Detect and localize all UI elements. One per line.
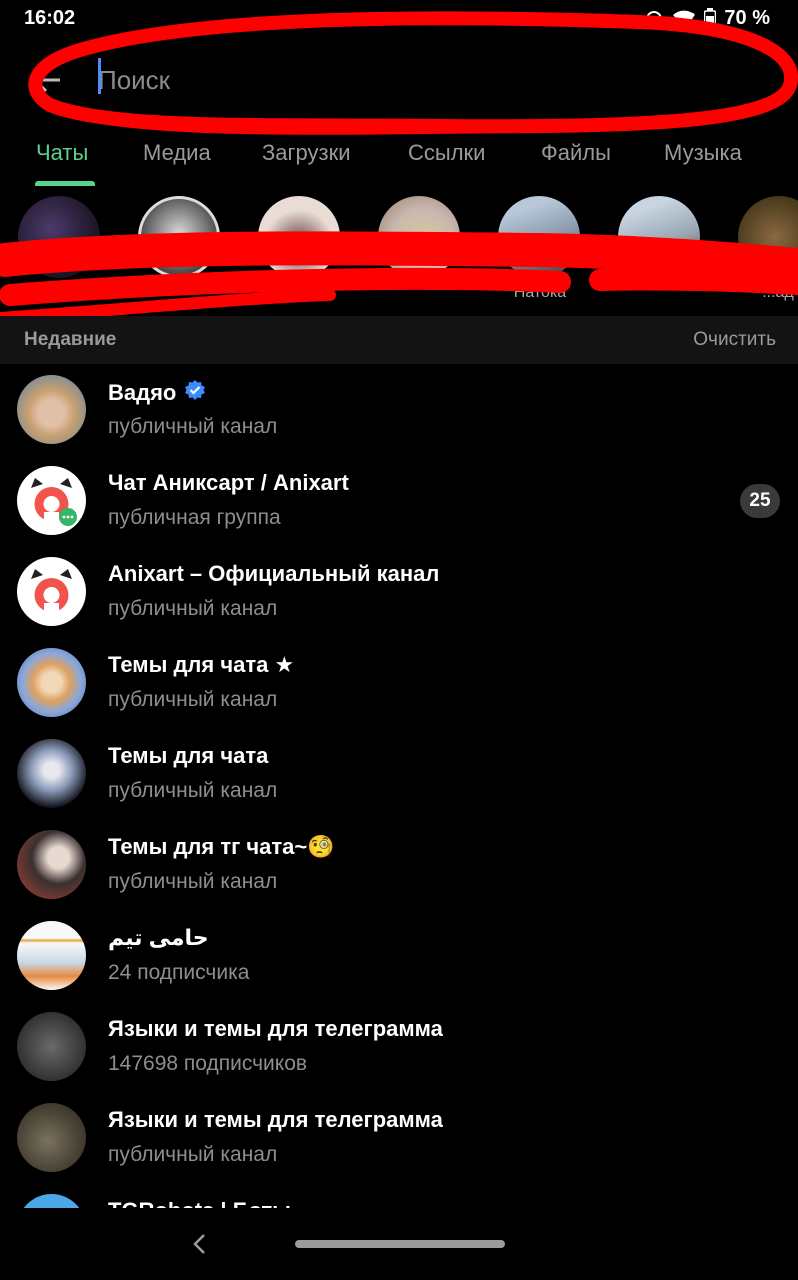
chat-title: Чат Аниксарт / Anixart — [108, 470, 349, 495]
avatar — [17, 921, 86, 990]
headphones-icon — [644, 9, 664, 29]
list-item[interactable]: Языки и темы для телеграмма публичный ка… — [0, 1092, 798, 1183]
list-item[interactable]: Anixart – Официальный канал публичный ка… — [0, 546, 798, 637]
peer-name: Натока — [513, 284, 567, 301]
peer-avatar[interactable] — [378, 196, 460, 278]
chat-title: TGRobots | Боты — [108, 1198, 291, 1208]
peer-name: ...ад — [762, 284, 794, 301]
status-bar: 16:02 70 % — [0, 0, 798, 38]
recent-chat-list: Вадяо публичный канал Чат Аниксарт / Ani… — [0, 364, 798, 1208]
chat-title: Темы для чата — [108, 743, 269, 768]
search-header — [0, 40, 798, 120]
chat-title: Anixart – Официальный канал — [108, 561, 440, 586]
avatar — [17, 466, 86, 535]
chat-subtitle: публичный канал — [108, 779, 278, 802]
back-arrow-icon[interactable] — [32, 66, 62, 94]
list-item[interactable]: TGRobots | Боты — [0, 1183, 798, 1208]
chat-subtitle: публичная группа — [108, 506, 281, 529]
peer-avatar[interactable] — [618, 196, 700, 278]
chat-subtitle: 24 подписчика — [108, 961, 250, 984]
peer-avatar[interactable] — [498, 196, 580, 278]
peer-name: ...ISTER — [247, 284, 309, 301]
chat-title: Языки и темы для телеграмма — [108, 1107, 443, 1132]
peer-avatar[interactable] — [258, 196, 340, 278]
chat-subtitle: публичный канал — [108, 870, 278, 893]
nav-back-icon[interactable] — [190, 1232, 210, 1256]
avatar — [17, 557, 86, 626]
peer-avatar[interactable] — [18, 196, 100, 278]
tab-links[interactable]: Ссылки — [408, 140, 485, 166]
clear-recent-button[interactable]: Очистить — [693, 329, 776, 351]
tab-bar: Чаты Медиа Загрузки Ссылки Файлы Музыка — [0, 130, 798, 186]
recent-section-header: Недавние Очистить — [0, 316, 798, 364]
list-item[interactable]: Вадяо публичный канал — [0, 364, 798, 455]
chat-title: حامی تیم — [108, 925, 209, 950]
system-nav-bar — [0, 1208, 798, 1280]
list-item[interactable]: Темы для тг чата~🧐 публичный канал — [0, 819, 798, 910]
avatar — [17, 1194, 86, 1208]
avatar — [17, 648, 86, 717]
chat-subtitle: публичный канал — [108, 415, 278, 438]
chat-title: Языки и темы для телеграмма — [108, 1016, 443, 1041]
list-item[interactable]: Темы для чата ★ публичный канал — [0, 637, 798, 728]
peer-avatar[interactable] — [738, 196, 798, 278]
chat-title: Вадяо — [108, 379, 206, 407]
tab-music[interactable]: Музыка — [664, 140, 742, 166]
chat-subtitle: 147698 подписчиков — [108, 1052, 308, 1075]
status-icons: 70 % — [644, 7, 770, 30]
chat-title: Темы для чата ★ — [108, 652, 295, 677]
list-item[interactable]: حامی تیم 24 подписчика — [0, 910, 798, 1001]
chat-title: Темы для тг чата~🧐 — [108, 834, 335, 859]
recent-title: Недавние — [24, 329, 117, 350]
text-cursor — [98, 58, 101, 94]
top-peers-row: ...ISTER Натока ...ад — [0, 186, 798, 316]
list-item[interactable]: Чат Аниксарт / Anixart публичная группа … — [0, 455, 798, 546]
avatar — [17, 1103, 86, 1172]
unread-badge: 25 — [740, 484, 780, 518]
wifi-icon — [672, 9, 696, 29]
chat-subtitle: публичный канал — [108, 688, 278, 711]
tab-chats[interactable]: Чаты — [36, 140, 88, 166]
tab-downloads[interactable]: Загрузки — [262, 140, 351, 166]
anixart-logo-icon — [31, 478, 77, 526]
tab-media[interactable]: Медиа — [143, 140, 211, 166]
avatar — [17, 1012, 86, 1081]
avatar — [17, 830, 86, 899]
home-gesture-handle[interactable] — [295, 1240, 505, 1248]
search-input[interactable] — [98, 60, 698, 100]
list-item[interactable]: Языки и темы для телеграмма 147698 подпи… — [0, 1001, 798, 1092]
verified-check-icon — [184, 379, 206, 407]
avatar — [17, 739, 86, 808]
chat-subtitle: публичный канал — [108, 1143, 278, 1166]
status-time: 16:02 — [24, 7, 76, 29]
anixart-logo-icon — [31, 569, 72, 613]
chat-subtitle: публичный канал — [108, 597, 278, 620]
avatar — [17, 375, 86, 444]
peer-avatar[interactable] — [138, 196, 220, 278]
tab-files[interactable]: Файлы — [541, 140, 611, 166]
battery-icon — [704, 7, 717, 30]
battery-level: 70 % — [724, 7, 770, 29]
list-item[interactable]: Темы для чата публичный канал — [0, 728, 798, 819]
